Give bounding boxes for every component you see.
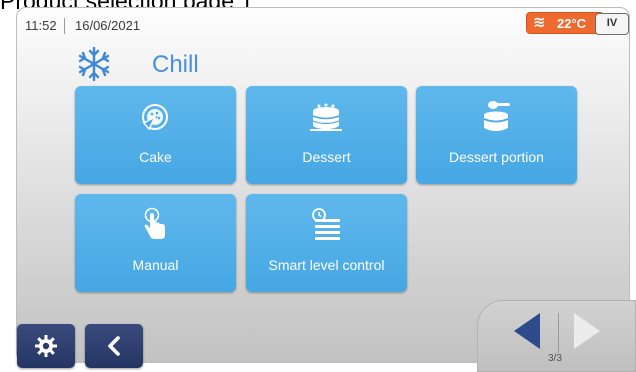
status-bar: 11:52 16/06/2021 ≋ 22°C IV [17, 8, 631, 38]
settings-button[interactable] [17, 324, 75, 368]
cake-icon [142, 104, 168, 131]
tile-label: Manual [132, 257, 179, 273]
tile-dessert[interactable]: Dessert [246, 86, 407, 184]
layer-cake-icon [310, 103, 342, 131]
previous-page-arrow-icon[interactable] [512, 311, 542, 351]
clock-time: 11:52 [25, 18, 65, 34]
tile-smart-level-control[interactable]: Smart level control [246, 194, 407, 292]
pager: 3/3 [477, 300, 636, 372]
back-button[interactable] [85, 324, 143, 368]
tile-label: Smart level control [268, 257, 385, 273]
tile-label: Dessert [302, 149, 351, 165]
hand-pointer-icon [144, 207, 165, 239]
tile-dessert-portion[interactable]: Dessert portion [416, 86, 577, 184]
tile-cake[interactable]: Cake [75, 86, 236, 184]
gear-icon [35, 335, 57, 357]
temperature-value: 22°C [557, 16, 587, 31]
smart-level-icon [312, 208, 340, 240]
mode-title: Chill [152, 51, 199, 78]
tile-label: Dessert portion [449, 149, 544, 165]
dessert-portion-icon [483, 101, 510, 131]
chevron-left-icon [108, 336, 120, 356]
page-indicator: 3/3 [548, 353, 562, 364]
level-badge: IV [595, 13, 629, 35]
next-page-arrow-icon[interactable] [572, 311, 602, 351]
pager-divider [558, 313, 559, 353]
heat-waves-icon: ≋ [533, 14, 546, 31]
temperature-badge: ≋ 22°C [526, 12, 604, 34]
date-display: 16/06/2021 [75, 18, 141, 33]
tile-label: Cake [139, 149, 172, 165]
tile-manual[interactable]: Manual [75, 194, 236, 292]
snowflake-icon [78, 46, 110, 82]
